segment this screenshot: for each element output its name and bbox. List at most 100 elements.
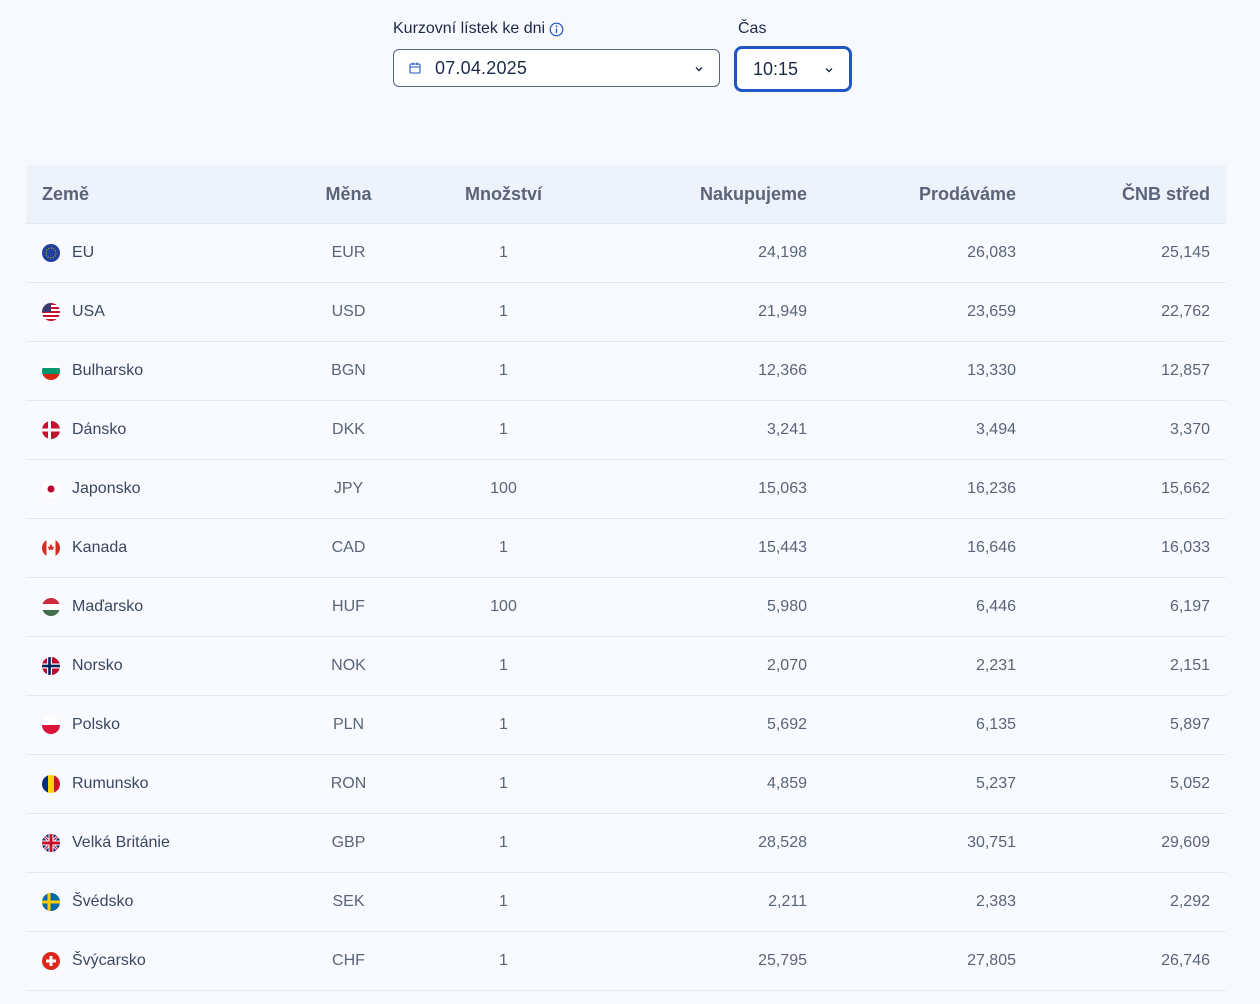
currency-code: CHF xyxy=(332,952,365,969)
table-row: Japonsko JPY 100 15,063 16,236 15,662 xyxy=(26,460,1226,519)
sell-rate: 13,330 xyxy=(967,362,1016,379)
table-row: Dánsko DKK 1 3,241 3,494 3,370 xyxy=(26,401,1226,460)
sell-rate: 16,236 xyxy=(967,480,1016,497)
cnb-mid-rate: 26,746 xyxy=(1161,952,1210,969)
country-cell: Bulharsko xyxy=(42,342,143,400)
cnb-mid-rate: 2,292 xyxy=(1169,893,1210,910)
chevron-down-icon xyxy=(693,63,705,75)
country-cell: Dánsko xyxy=(42,401,126,459)
info-icon[interactable] xyxy=(549,22,564,37)
header-buy[interactable]: Nakupujeme xyxy=(594,165,807,223)
pl-flag-icon xyxy=(42,716,60,734)
country-cell: Rumunsko xyxy=(42,755,148,813)
quantity-value: 1 xyxy=(499,303,508,320)
quantity-value: 100 xyxy=(490,480,517,497)
sell-rate: 6,135 xyxy=(975,716,1016,733)
sell-rate: 6,446 xyxy=(975,598,1016,615)
country-name: Maďarsko xyxy=(72,598,144,615)
sell-rate: 3,494 xyxy=(975,421,1016,438)
header-sell[interactable]: Prodáváme xyxy=(806,165,1016,223)
currency-code: HUF xyxy=(332,598,365,615)
ch-flag-icon xyxy=(42,952,60,970)
buy-rate: 15,063 xyxy=(758,480,807,497)
quantity-value: 1 xyxy=(499,716,508,733)
country-name: Bulharsko xyxy=(72,362,144,379)
table-row: USA USD 1 21,949 23,659 22,762 xyxy=(26,283,1226,342)
buy-rate: 28,528 xyxy=(758,834,807,851)
date-value: 07.04.2025 xyxy=(435,57,528,78)
buy-rate: 12,366 xyxy=(758,362,807,379)
no-flag-icon xyxy=(42,657,60,675)
quantity-value: 1 xyxy=(499,362,508,379)
buy-rate: 21,949 xyxy=(758,303,807,320)
buy-rate: 4,859 xyxy=(766,775,807,792)
country-name: USA xyxy=(72,303,105,320)
table-row: Švýcarsko CHF 1 25,795 27,805 26,746 xyxy=(26,932,1226,991)
cnb-mid-rate: 6,197 xyxy=(1169,598,1210,615)
country-cell: Švédsko xyxy=(42,873,133,931)
country-cell: Japonsko xyxy=(42,460,141,518)
country-name: EU xyxy=(72,244,95,261)
table-row: Maďarsko HUF 100 5,980 6,446 6,197 xyxy=(26,578,1226,637)
sell-rate: 26,083 xyxy=(967,244,1016,261)
country-name: Kanada xyxy=(72,539,128,556)
date-filter: Kurzovní lístek ke dni 07.04.2025 xyxy=(393,18,720,87)
gb-flag-icon xyxy=(42,834,60,852)
cnb-mid-rate: 12,857 xyxy=(1161,362,1210,379)
country-name: Rumunsko xyxy=(72,775,149,792)
header-currency[interactable]: Měna xyxy=(266,165,431,223)
table-body: EU EUR 1 24,198 26,083 25,145 USA USD 1 21,949 23,… xyxy=(26,224,1226,991)
country-cell: EU xyxy=(42,224,94,282)
table-row: Rumunsko RON 1 4,859 5,237 5,052 xyxy=(26,755,1226,814)
cnb-mid-rate: 22,762 xyxy=(1161,303,1210,320)
currency-code: USD xyxy=(331,303,366,320)
hu-flag-icon xyxy=(42,598,60,616)
time-value: 10:15 xyxy=(753,58,799,79)
exchange-rate-table: Země Měna Množství Nakupujeme Prodáváme … xyxy=(26,165,1226,991)
buy-rate: 3,241 xyxy=(766,421,807,438)
cnb-mid-rate: 15,662 xyxy=(1161,480,1210,497)
table-row: Bulharsko BGN 1 12,366 13,330 12,857 xyxy=(26,342,1226,401)
quantity-value: 1 xyxy=(499,893,508,910)
table-header: Země Měna Množství Nakupujeme Prodáváme … xyxy=(26,165,1226,224)
sell-rate: 5,237 xyxy=(975,775,1016,792)
country-name: Japonsko xyxy=(72,480,141,497)
header-mid[interactable]: ČNB střed xyxy=(1016,165,1210,223)
time-select[interactable]: 10:15 xyxy=(734,46,852,92)
cnb-mid-rate: 25,145 xyxy=(1161,244,1210,261)
currency-code: RON xyxy=(330,775,367,792)
quantity-value: 1 xyxy=(499,421,508,438)
date-label-row: Kurzovní lístek ke dni xyxy=(393,18,564,40)
ro-flag-icon xyxy=(42,775,60,793)
ca-flag-icon xyxy=(42,539,60,557)
cnb-mid-rate: 5,052 xyxy=(1169,775,1210,792)
us-flag-icon xyxy=(42,303,60,321)
quantity-value: 1 xyxy=(499,775,508,792)
country-name: Polsko xyxy=(72,716,121,733)
buy-rate: 2,211 xyxy=(768,893,807,910)
sell-rate: 16,646 xyxy=(967,539,1016,556)
buy-rate: 5,692 xyxy=(766,716,807,733)
buy-rate: 15,443 xyxy=(758,539,807,556)
country-name: Dánsko xyxy=(72,421,127,438)
sell-rate: 2,231 xyxy=(975,657,1016,674)
eu-flag-icon xyxy=(42,244,60,262)
country-name: Švýcarsko xyxy=(72,952,146,969)
jp-flag-icon xyxy=(42,480,60,498)
header-country[interactable]: Země xyxy=(42,165,89,223)
country-name: Švédsko xyxy=(72,893,134,910)
quantity-value: 1 xyxy=(499,834,508,851)
header-quantity[interactable]: Množství xyxy=(421,165,586,223)
buy-rate: 5,980 xyxy=(766,598,807,615)
country-cell: Maďarsko xyxy=(42,578,143,636)
date-select[interactable]: 07.04.2025 xyxy=(393,49,720,87)
country-cell: Norsko xyxy=(42,637,123,695)
country-cell: USA xyxy=(42,283,105,341)
table-row: Norsko NOK 1 2,070 2,231 2,151 xyxy=(26,637,1226,696)
quantity-value: 1 xyxy=(499,657,508,674)
cnb-mid-rate: 16,033 xyxy=(1161,539,1210,556)
currency-code: DKK xyxy=(332,421,365,438)
sell-rate: 23,659 xyxy=(967,303,1016,320)
se-flag-icon xyxy=(42,893,60,911)
buy-rate: 25,795 xyxy=(758,952,807,969)
